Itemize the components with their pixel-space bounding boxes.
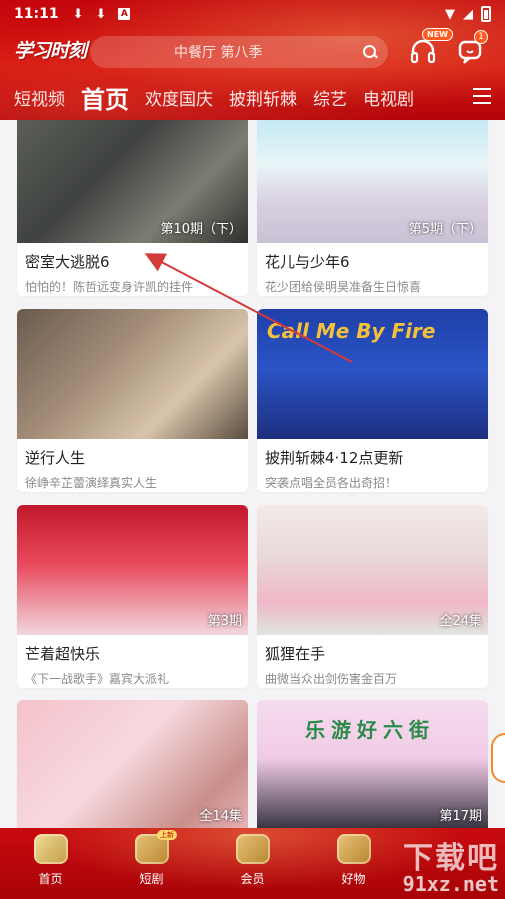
- watermark-line1: 下载吧: [403, 840, 499, 876]
- search-icon[interactable]: [362, 44, 378, 60]
- video-thumbnail: 全14集: [17, 700, 248, 828]
- episode-label: 第3期: [207, 614, 242, 629]
- content-grid: 第10期（下） 密室大逃脱6 怕怕的！陈哲远变身许凯的挂件 第5期（下） 花儿与…: [0, 120, 505, 828]
- video-card[interactable]: 逆行人生 徐峥辛芷蕾演绎真实人生: [17, 309, 248, 492]
- card-subtitle: 怕怕的！陈哲远变身许凯的挂件: [25, 280, 194, 294]
- video-card[interactable]: 第10期（下） 密室大逃脱6 怕怕的！陈哲远变身许凯的挂件: [17, 120, 248, 296]
- listen-button[interactable]: NEW: [408, 28, 453, 66]
- tabs-menu-icon[interactable]: [473, 88, 491, 104]
- message-count-badge: 1: [474, 30, 488, 44]
- video-card[interactable]: Call Me By Fire 披荆斩棘4·12点更新 突袭点唱全员各出奇招！: [257, 309, 488, 492]
- thumbnail-title-text: Call Me By Fire: [267, 319, 436, 343]
- tab-call-me-by-fire[interactable]: 披荆斩棘: [229, 85, 297, 110]
- top-header: 11:11 ⬇ ⬇ A ▼ ◢ 学习时刻 中餐厅 第八季 NEW 1 短视频 首…: [0, 0, 505, 120]
- card-title: 花儿与少年6: [265, 253, 350, 271]
- goods-icon: [336, 834, 371, 864]
- nav-short-drama[interactable]: 上新 短剧: [101, 830, 202, 899]
- category-tabs: 短视频 首页 欢度国庆 披荆斩棘 综艺 电视剧: [0, 80, 505, 114]
- video-card[interactable]: 第3期 芒着超快乐 《下一战歌手》嘉宾大派礼: [17, 505, 248, 688]
- tab-tv-series[interactable]: 电视剧: [363, 85, 414, 110]
- watermark-line2: 91xz.net: [402, 872, 499, 896]
- status-right: ▼ ◢: [445, 6, 491, 22]
- search-placeholder: 中餐厅 第八季: [174, 45, 263, 61]
- video-card[interactable]: 乐游好六街 第17期: [257, 700, 488, 828]
- tab-variety[interactable]: 综艺: [313, 85, 347, 110]
- status-bar: 11:11 ⬇ ⬇ A ▼ ◢: [0, 0, 505, 28]
- card-subtitle: 花少团给侯明昊准备生日惊喜: [265, 280, 422, 294]
- tab-short-video[interactable]: 短视频: [14, 85, 65, 110]
- nav-label: 短剧: [139, 872, 164, 886]
- notification-icons: ⬇ ⬇ A: [73, 7, 131, 22]
- episode-label: 全24集: [439, 614, 482, 629]
- new-badge: NEW: [422, 28, 453, 41]
- home-icon: [33, 834, 68, 864]
- message-button[interactable]: 1: [456, 30, 488, 66]
- video-card[interactable]: 第5期（下） 花儿与少年6 花少团给侯明昊准备生日惊喜: [257, 120, 488, 296]
- card-title: 芒着超快乐: [25, 645, 101, 663]
- membership-icon: [235, 834, 270, 864]
- card-subtitle: 突袭点唱全员各出奇招！: [265, 476, 398, 490]
- tab-home[interactable]: 首页: [81, 80, 129, 115]
- card-title: 密室大逃脱6: [25, 253, 110, 271]
- video-thumbnail: 乐游好六街 第17期: [257, 700, 488, 828]
- nav-membership[interactable]: 会员: [202, 834, 303, 899]
- a-icon: A: [118, 8, 131, 20]
- episode-label: 第10期（下）: [160, 222, 242, 237]
- card-subtitle: 徐峥辛芷蕾演绎真实人生: [25, 476, 158, 490]
- nav-goods[interactable]: 好物: [303, 834, 404, 899]
- new-badge: 上新: [157, 830, 177, 840]
- card-title: 披荆斩棘4·12点更新: [265, 449, 404, 467]
- status-time: 11:11: [14, 6, 59, 22]
- video-card[interactable]: 全24集 狐狸在手 曲微当众出剑伤害金百万: [257, 505, 488, 688]
- app-logo: 学习时刻: [14, 40, 87, 62]
- search-input[interactable]: 中餐厅 第八季: [90, 36, 388, 68]
- signal-icon: ◢: [463, 6, 473, 22]
- nav-label: 首页: [38, 872, 63, 886]
- download-icon: ⬇: [95, 6, 107, 22]
- battery-icon: [481, 6, 491, 22]
- card-subtitle: 《下一战歌手》嘉宾大派礼: [25, 672, 170, 686]
- episode-label: 全14集: [199, 809, 242, 824]
- video-thumbnail: 第3期: [17, 505, 248, 635]
- episode-label: 第5期（下）: [408, 222, 482, 237]
- tab-national-day[interactable]: 欢度国庆: [145, 85, 213, 110]
- card-title: 逆行人生: [25, 449, 86, 467]
- card-subtitle: 曲微当众出剑伤害金百万: [265, 672, 398, 686]
- nav-home[interactable]: 首页: [0, 834, 101, 899]
- video-thumbnail: 全24集: [257, 505, 488, 635]
- download-icon: ⬇: [72, 6, 84, 22]
- nav-label: 好物: [341, 872, 366, 886]
- nav-label: 会员: [240, 872, 265, 886]
- thumbnail-title-text: 乐游好六街: [305, 718, 435, 742]
- floating-side-button[interactable]: [491, 733, 505, 783]
- watermark: 下载吧 91xz.net: [402, 840, 499, 896]
- video-card[interactable]: 全14集: [17, 700, 248, 828]
- video-thumbnail: [17, 309, 248, 439]
- episode-label: 第17期: [439, 809, 482, 824]
- video-thumbnail: 第10期（下）: [17, 120, 248, 243]
- bottom-navigation: 首页 上新 短剧 会员 好物 下载吧 91xz.net: [0, 828, 505, 899]
- video-thumbnail: Call Me By Fire: [257, 309, 488, 439]
- wifi-icon: ▼: [445, 6, 455, 22]
- card-title: 狐狸在手: [265, 645, 326, 663]
- video-thumbnail: 第5期（下）: [257, 120, 488, 243]
